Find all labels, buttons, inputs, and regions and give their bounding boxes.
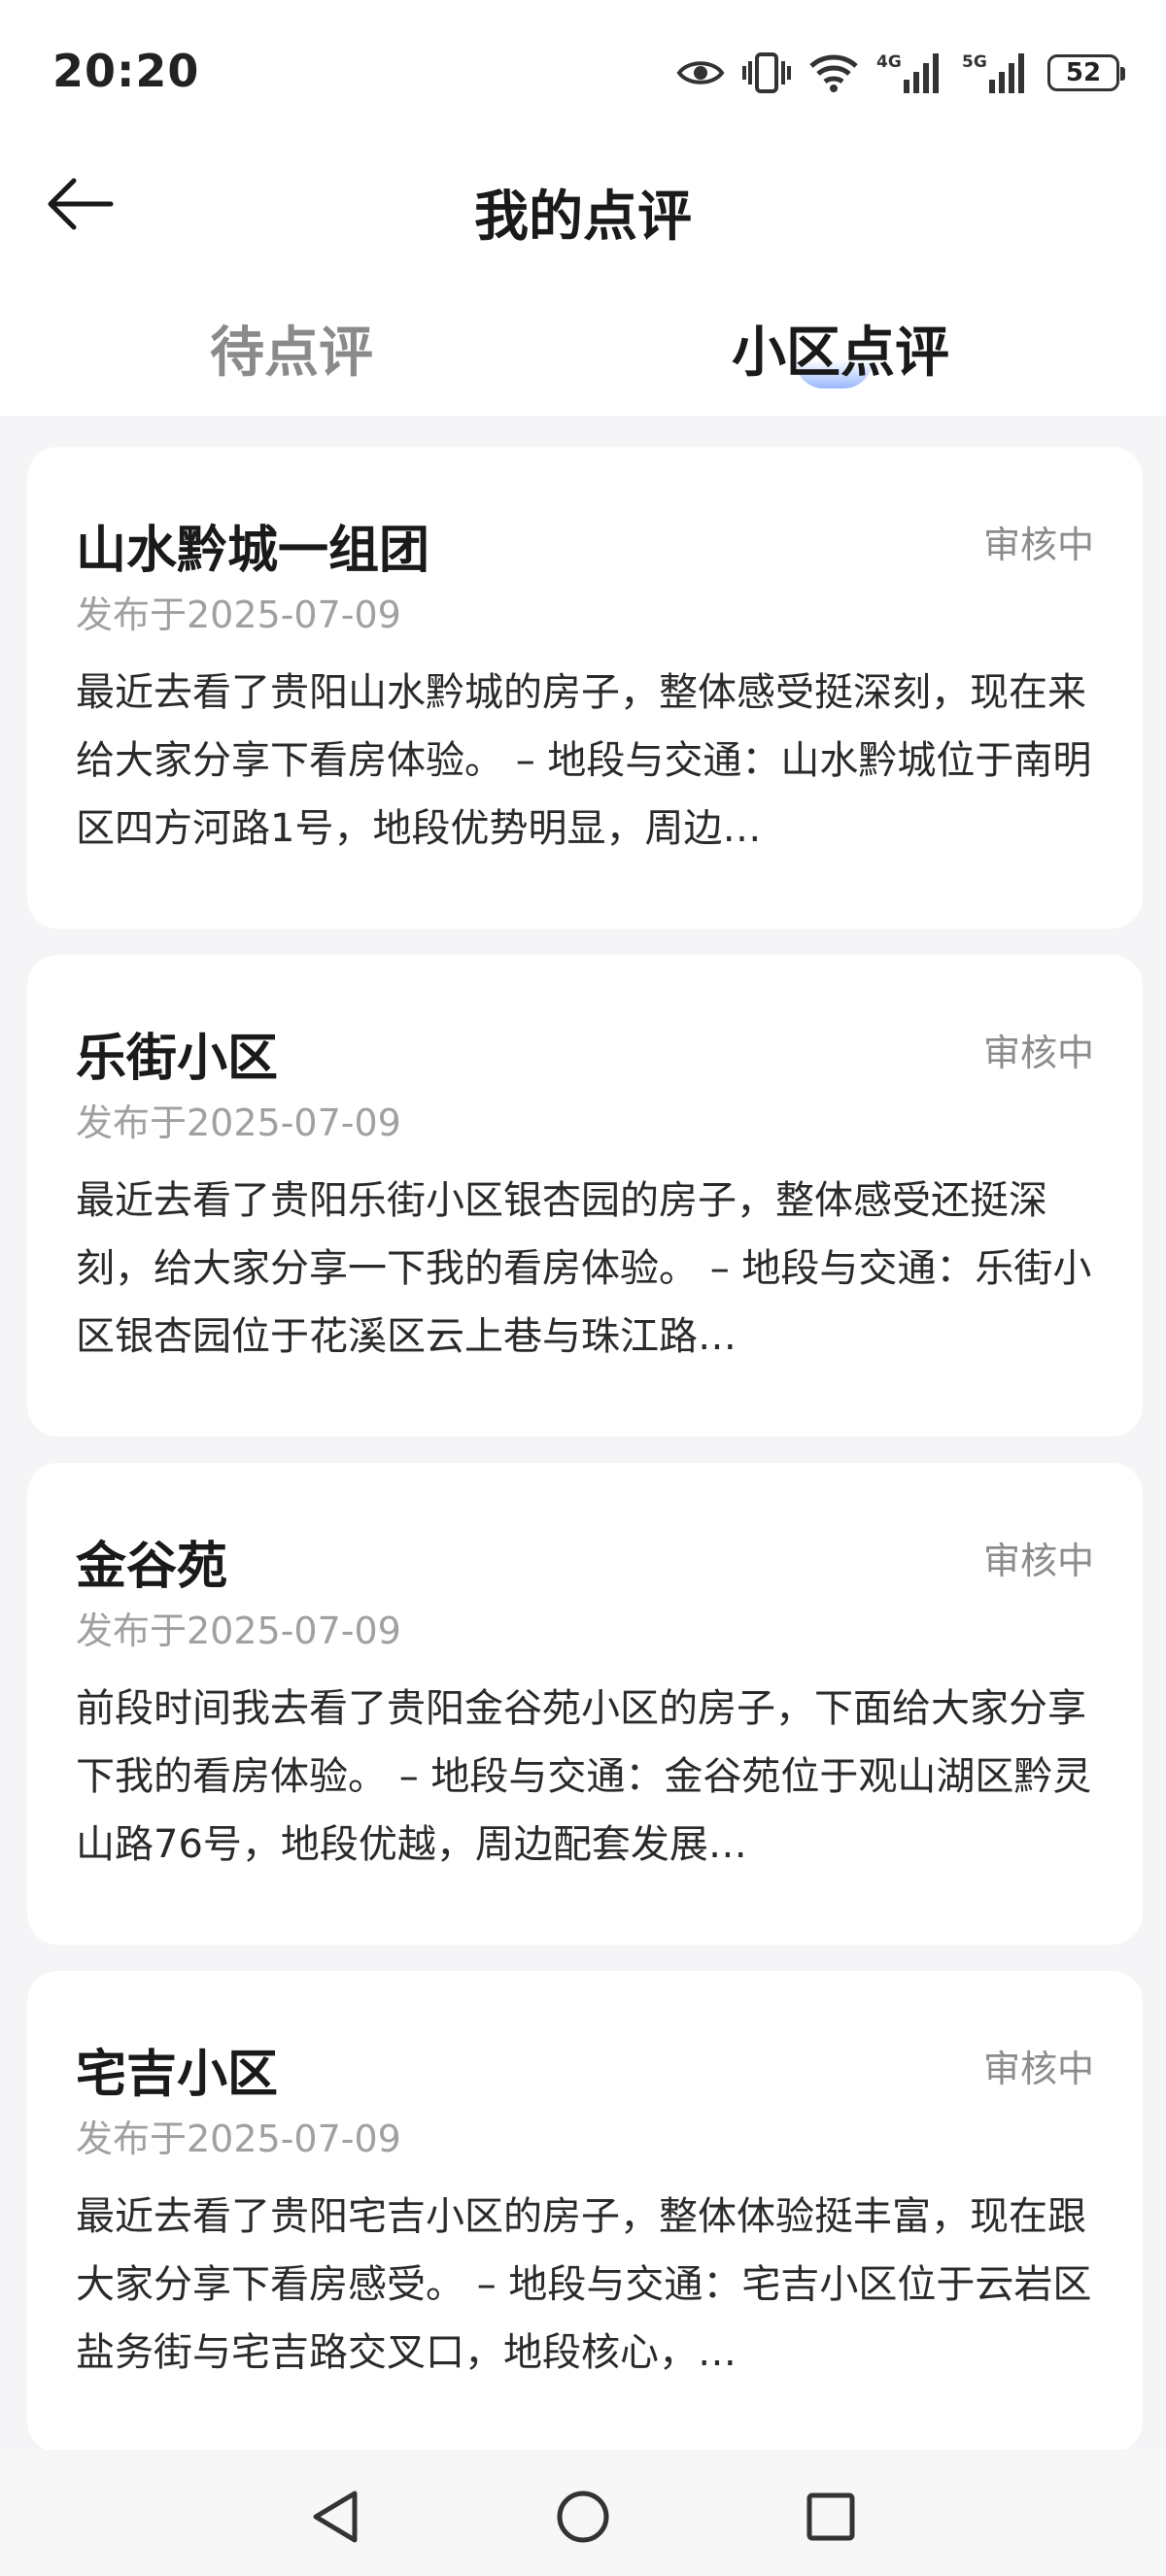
tab-community-reviews[interactable]: 小区点评	[549, 309, 1132, 388]
vibrate-icon	[742, 51, 791, 94]
review-excerpt: 前段时间我去看了贵阳金谷苑小区的房子，下面给大家分享下我的看房体验。 – 地段与…	[76, 1686, 1092, 1867]
tab-pending-reviews[interactable]: 待点评	[0, 309, 583, 388]
app-bar: 我的点评	[0, 146, 1166, 262]
system-nav-bar	[0, 2450, 1166, 2576]
battery-level: 52	[1065, 58, 1102, 87]
review-title: 金谷苑	[76, 1538, 228, 1596]
review-excerpt: 最近去看了贵阳乐街小区银杏园的房子，整体感受还挺深刻，给大家分享一下我的看房体验…	[76, 1178, 1092, 1359]
status-bar: 20:20 4G 5G 52	[0, 0, 1166, 146]
review-card[interactable]: 金谷苑 审核中 发布于2025-07-09 前段时间我去看了贵阳金谷苑小区的房子…	[27, 1463, 1143, 1945]
page-title: 我的点评	[474, 186, 692, 249]
4g-signal-icon: 4G	[876, 51, 944, 95]
review-date: 发布于2025-07-09	[76, 2118, 401, 2160]
battery-icon: 52	[1047, 54, 1125, 91]
review-title: 乐街小区	[76, 1030, 279, 1088]
review-date: 发布于2025-07-09	[76, 593, 401, 636]
review-date: 发布于2025-07-09	[76, 1102, 401, 1144]
review-card[interactable]: 乐街小区 审核中 发布于2025-07-09 最近去看了贵阳乐街小区银杏园的房子…	[27, 955, 1143, 1437]
review-status-badge: 审核中	[982, 2048, 1094, 2090]
review-status-badge: 审核中	[982, 524, 1094, 566]
review-card[interactable]: 宅吉小区 审核中 发布于2025-07-09 最近去看了贵阳宅吉小区的房子，整体…	[27, 1971, 1143, 2453]
review-excerpt: 最近去看了贵阳山水黔城的房子，整体感受挺深刻，现在来给大家分享下看房体验。 – …	[76, 670, 1092, 851]
review-title: 宅吉小区	[76, 2046, 279, 2104]
tab-bar: 待点评 小区点评	[0, 291, 1166, 398]
square-recent-icon	[806, 2492, 855, 2541]
5g-signal-icon: 5G	[962, 51, 1030, 95]
status-time: 20:20	[52, 45, 200, 97]
nav-recent-button[interactable]	[797, 2483, 865, 2551]
review-excerpt: 最近去看了贵阳宅吉小区的房子，整体体验挺丰富，现在跟大家分享下看房感受。 – 地…	[76, 2194, 1092, 2375]
nav-home-button[interactable]	[549, 2483, 617, 2551]
svg-text:4G: 4G	[876, 52, 902, 72]
review-title: 山水黔城一组团	[76, 522, 430, 580]
review-status-badge: 审核中	[982, 1540, 1094, 1582]
nav-back-button[interactable]	[301, 2483, 369, 2551]
circle-home-icon	[557, 2491, 609, 2543]
review-status-badge: 审核中	[982, 1032, 1094, 1074]
status-icons: 4G 5G 52	[676, 47, 1125, 99]
triangle-back-icon	[313, 2491, 358, 2543]
eye-icon	[676, 56, 725, 89]
review-date: 发布于2025-07-09	[76, 1610, 401, 1652]
wifi-icon	[808, 52, 859, 93]
review-card[interactable]: 山水黔城一组团 审核中 发布于2025-07-09 最近去看了贵阳山水黔城的房子…	[27, 447, 1143, 929]
header-area: 20:20 4G 5G 52 我的点评 待点评 小区点评	[0, 0, 1166, 416]
svg-text:5G: 5G	[962, 52, 987, 72]
